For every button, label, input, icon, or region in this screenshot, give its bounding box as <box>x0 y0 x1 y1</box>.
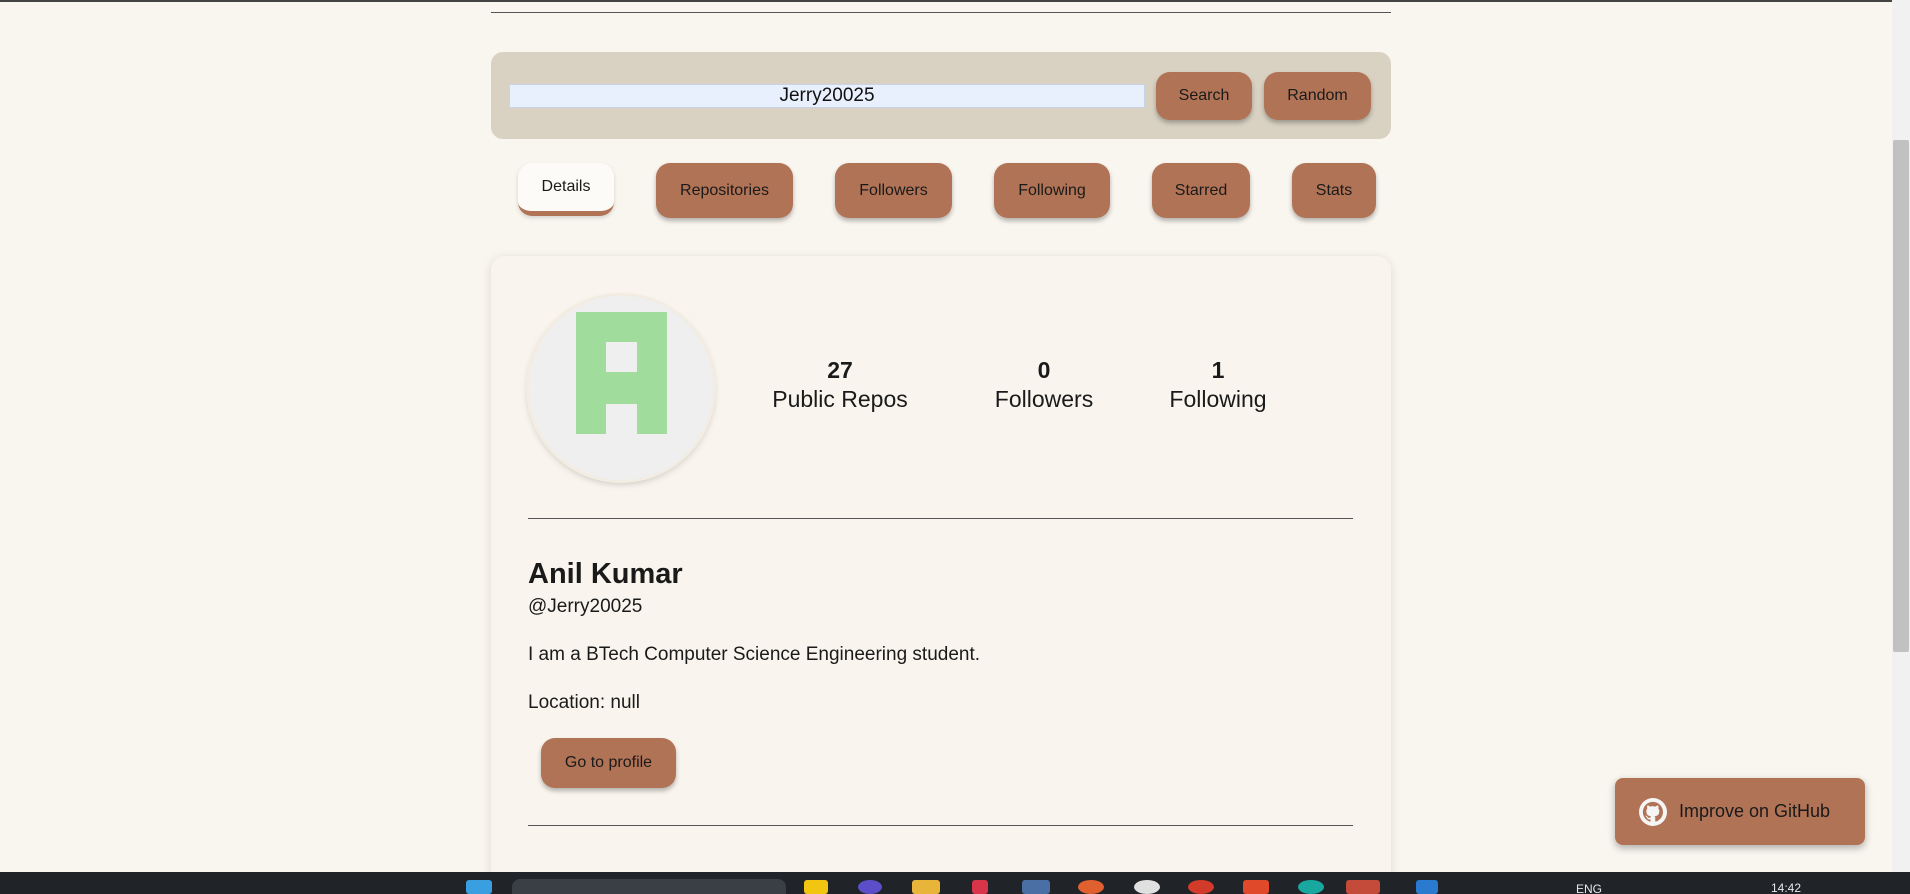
profile-bio: I am a BTech Computer Science Engineerin… <box>528 644 981 665</box>
github-icon <box>1639 797 1667 826</box>
random-button[interactable]: Random <box>1264 72 1371 120</box>
tab-stats[interactable]: Stats <box>1292 163 1376 218</box>
windows-start-icon[interactable] <box>466 880 492 894</box>
stat-public-repos: 27 Public Repos <box>765 356 915 414</box>
stat-label: Followers <box>994 386 1094 412</box>
scrollbar-thumb[interactable] <box>1893 140 1909 652</box>
github-button-label: Improve on GitHub <box>1679 801 1831 821</box>
windows-taskbar: ENG 14:42 <box>0 872 1910 894</box>
stat-followers: 0 Followers <box>969 356 1119 414</box>
improve-on-github-button[interactable]: Improve on GitHub <box>1615 778 1865 845</box>
stat-value: 1 <box>1211 357 1225 383</box>
go-to-profile-button[interactable]: Go to profile <box>541 738 676 788</box>
stat-following: 1 Following <box>1148 356 1288 414</box>
vscode-icon[interactable] <box>1416 880 1438 894</box>
language-indicator[interactable]: ENG <box>1576 882 1602 894</box>
browser-icon[interactable] <box>1346 880 1380 894</box>
header-divider <box>491 12 1391 13</box>
tab-followers[interactable]: Followers <box>835 163 952 218</box>
stat-label: Public Repos <box>772 386 908 412</box>
tab-following[interactable]: Following <box>994 163 1110 218</box>
app-icon[interactable] <box>1078 880 1104 894</box>
taskbar-search-box[interactable] <box>512 879 786 894</box>
identicon-avatar <box>529 296 713 480</box>
browser-top-edge <box>0 0 1910 2</box>
search-button[interactable]: Search <box>1156 72 1252 120</box>
clock[interactable]: 14:42 <box>1771 881 1801 894</box>
app-icon[interactable] <box>1188 880 1214 894</box>
app-icon[interactable] <box>1243 880 1269 894</box>
profile-details-card: 27 Public Repos 0 Followers 1 Following … <box>491 256 1391 894</box>
tab-details[interactable]: Details <box>518 163 614 216</box>
app-icon[interactable] <box>972 880 988 894</box>
app-icon[interactable] <box>858 880 882 894</box>
search-panel: Search Random <box>491 52 1391 139</box>
stat-value: 27 <box>827 357 853 383</box>
profile-location: Location: null <box>528 692 640 713</box>
profile-name: Anil Kumar <box>528 558 683 590</box>
app-icon[interactable] <box>1298 880 1324 894</box>
file-explorer-icon[interactable] <box>912 880 940 894</box>
tab-starred[interactable]: Starred <box>1152 163 1250 218</box>
profile-username: @Jerry20025 <box>528 596 643 617</box>
app-icon[interactable] <box>1134 880 1160 894</box>
username-search-input[interactable] <box>509 84 1145 108</box>
avatar <box>529 296 713 480</box>
app-icon[interactable] <box>1022 880 1050 894</box>
stat-value: 0 <box>1037 357 1051 383</box>
stat-label: Following <box>1169 386 1267 412</box>
section-divider <box>528 518 1353 519</box>
tab-repositories[interactable]: Repositories <box>656 163 793 218</box>
notes-app-icon[interactable] <box>804 880 828 894</box>
section-divider <box>528 825 1353 826</box>
